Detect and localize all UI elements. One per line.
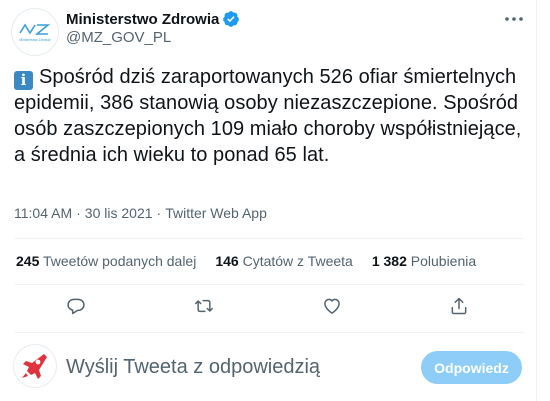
retweets-label: Tweetów podanych dalej <box>43 253 197 269</box>
ministry-logo: Ministerstwo Zdrowia <box>19 23 51 42</box>
tweet-source[interactable]: Twitter Web App <box>165 205 267 221</box>
divider <box>14 332 524 333</box>
retweets-stat[interactable]: 245 Tweetów podanych dalej <box>16 253 196 269</box>
author-name-row: Ministerstwo Zdrowia <box>66 10 240 28</box>
tweet-time[interactable]: 11:04 AM <box>14 205 72 221</box>
author-handle[interactable]: @MZ_GOV_PL <box>66 29 171 46</box>
quotes-stat[interactable]: 146 Cytatów z Tweeta <box>215 253 353 269</box>
tweet-actions <box>14 287 524 325</box>
meta-separator: · <box>76 205 81 221</box>
retweets-count: 245 <box>16 253 40 269</box>
user-avatar[interactable] <box>14 345 56 387</box>
likes-count: 1 382 <box>371 253 407 269</box>
divider <box>14 238 524 239</box>
info-emoji-icon: i <box>14 71 33 90</box>
tweet-text: i Spośród dziś zaraportowanych 526 ofiar … <box>14 64 524 168</box>
divider <box>14 284 524 285</box>
tweet-date[interactable]: 30 lis 2021 <box>85 205 153 221</box>
tweet-meta: 11:04 AM · 30 lis 2021 · Twitter Web App <box>14 205 267 221</box>
quotes-count: 146 <box>215 253 239 269</box>
reply-icon[interactable] <box>65 295 87 317</box>
retweet-icon[interactable] <box>193 295 215 317</box>
reply-button[interactable]: Odpowiedz <box>421 351 522 384</box>
author-display-name[interactable]: Ministerstwo Zdrowia <box>66 11 219 28</box>
more-icon[interactable] <box>500 8 528 30</box>
likes-stat[interactable]: 1 382 Polubienia <box>372 253 476 269</box>
reply-input[interactable] <box>66 354 406 380</box>
author-avatar[interactable]: Ministerstwo Zdrowia <box>12 9 58 55</box>
quotes-label: Cytatów z Tweeta <box>242 253 353 269</box>
tweet-body: Spośród dziś zaraportowanych 526 ofiar ś… <box>14 66 522 166</box>
like-icon[interactable] <box>321 295 343 317</box>
rocket-logo-icon <box>22 354 47 379</box>
meta-separator: · <box>156 205 162 221</box>
tweet-card: Ministerstwo Zdrowia Ministerstwo Zdrowi… <box>0 0 537 401</box>
likes-label: Polubienia <box>410 253 477 269</box>
tweet-stats: 245 Tweetów podanych dalej 146 Cytatów z… <box>16 253 476 269</box>
verified-badge-icon <box>222 10 240 28</box>
share-icon[interactable] <box>448 295 470 317</box>
logo-caption: Ministerstwo Zdrowia <box>20 38 51 42</box>
